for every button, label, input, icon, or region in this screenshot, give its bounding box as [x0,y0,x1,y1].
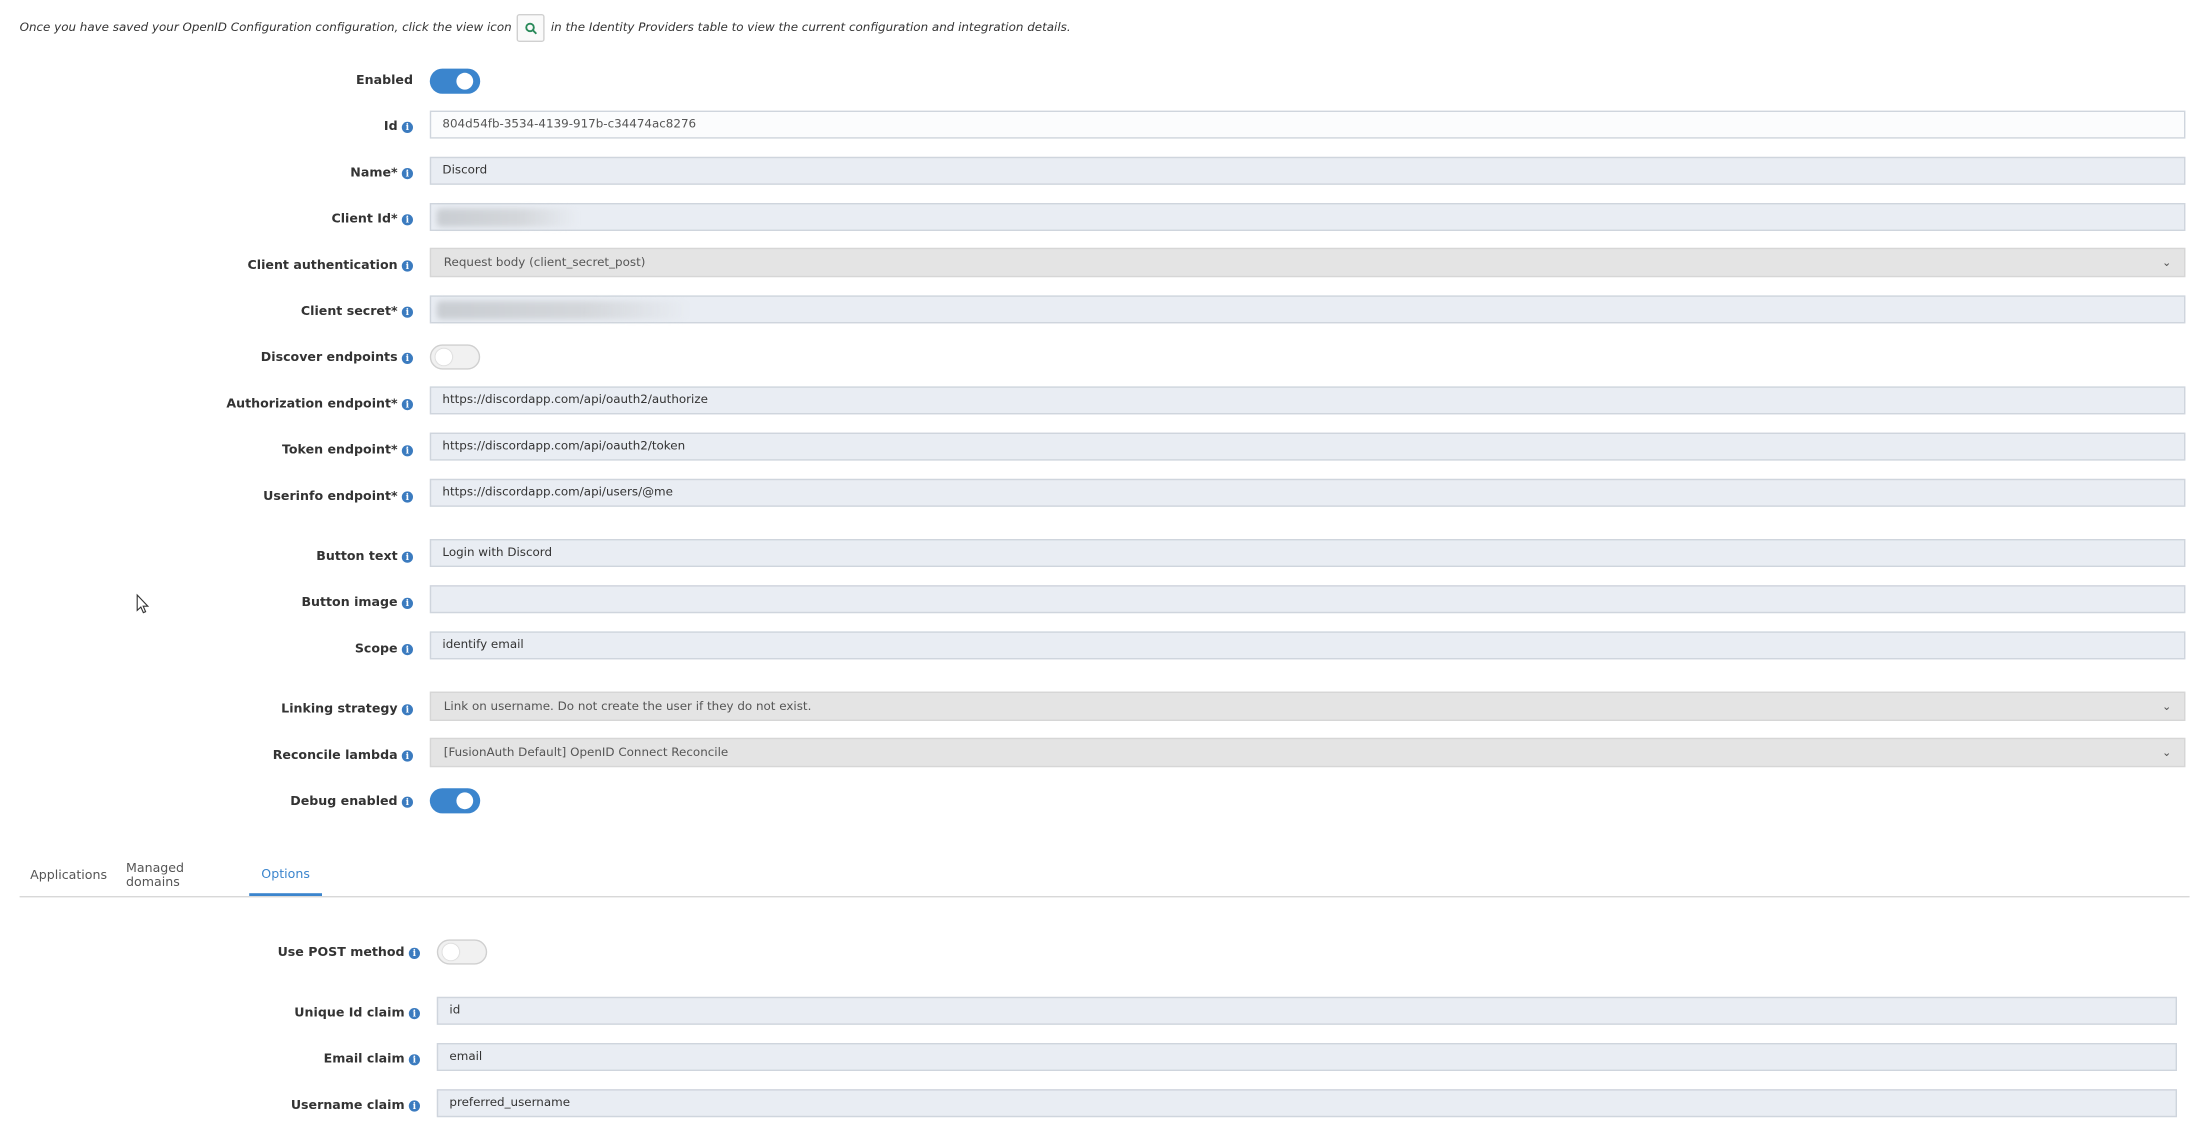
email-claim-field[interactable]: email [436,1043,2177,1071]
info-icon: i [408,947,420,959]
info-icon: i [401,352,413,364]
token-endpoint-field[interactable]: https://discordapp.com/api/oauth2/token [429,432,2186,461]
button-text-field[interactable]: Login with Discord [429,539,2186,567]
client-secret-label: Client secret* i [301,305,413,319]
info-icon: i [401,399,413,411]
intro-text-after: in the Identity Providers table to view … [550,21,1071,35]
token-endpoint-label: Token endpoint* i [282,444,413,458]
info-icon: i [401,597,413,609]
authorization-endpoint-field[interactable]: https://discordapp.com/api/oauth2/author… [429,386,2186,415]
button-text-label: Button text i [316,550,413,564]
info-icon: i [408,1054,420,1066]
client-id-field[interactable] [429,203,2186,231]
tab-managed-domains[interactable]: Managed domains [126,857,241,895]
info-icon: i [401,306,413,318]
info-icon: i [401,214,413,226]
id-label: Id i [384,120,413,134]
info-icon: i [401,644,413,656]
client-secret-field[interactable] [429,295,2186,324]
redacted-value [436,208,577,227]
name-field[interactable]: Discord [429,156,2186,185]
reconcile-lambda-select[interactable]: [FusionAuth Default] OpenID Connect Reco… [429,737,2186,768]
toggle-knob [456,792,474,810]
info-icon: i [401,121,413,133]
info-icon: i [401,260,413,272]
client-id-label: Client Id* i [331,213,413,227]
reconcile-lambda-label: Reconcile lambda i [273,749,413,763]
tab-options[interactable]: Options [249,857,322,896]
email-claim-label: Email claim i [324,1053,420,1067]
info-icon: i [401,704,413,716]
scope-label: Scope i [355,643,413,657]
enabled-label: Enabled [356,74,413,89]
info-icon: i [401,796,413,808]
username-claim-field[interactable]: preferred_username [436,1089,2177,1118]
enabled-toggle[interactable] [429,68,481,94]
userinfo-endpoint-label: Userinfo endpoint* i [263,490,413,504]
info-icon: i [401,750,413,762]
info-icon: i [401,491,413,503]
userinfo-endpoint-field[interactable]: https://discordapp.com/api/users/@me [429,478,2186,507]
unique-id-claim-field[interactable]: id [436,996,2177,1025]
scope-field[interactable]: identify email [429,631,2186,660]
client-authentication-label: Client authentication i [248,259,413,273]
linking-strategy-label: Linking strategy i [281,703,413,717]
toggle-knob [435,348,453,366]
debug-enabled-toggle[interactable] [429,788,481,814]
intro-text: Once you have saved your OpenID Configur… [20,14,1071,42]
debug-enabled-label: Debug enabled i [290,795,413,809]
chevron-down-icon: ⌄ [2162,256,2172,269]
chevron-down-icon: ⌄ [2162,746,2172,759]
discover-endpoints-toggle[interactable] [429,344,481,370]
info-icon: i [401,168,413,180]
linking-strategy-select[interactable]: Link on username. Do not create the user… [429,691,2186,721]
mouse-cursor-icon [136,593,150,614]
username-claim-label: Username claim i [291,1099,420,1113]
intro-text-before: Once you have saved your OpenID Configur… [19,21,512,35]
use-post-method-label: Use POST method i [278,946,420,960]
toggle-knob [456,72,474,90]
settings-tabs: Applications Managed domains Options [19,857,2190,898]
toggle-knob [442,943,460,961]
use-post-method-toggle[interactable] [436,939,488,965]
button-image-field[interactable] [429,585,2186,614]
name-label: Name* i [350,167,413,181]
discover-endpoints-label: Discover endpoints i [261,351,413,365]
redacted-value [436,301,689,320]
info-icon: i [401,445,413,457]
identity-provider-form: Once you have saved your OpenID Configur… [0,0,2192,1147]
info-icon: i [408,1100,420,1112]
id-field[interactable]: 804d54fb-3534-4139-917b-c34474ac8276 [429,110,2186,139]
search-icon [517,14,546,42]
chevron-down-icon: ⌄ [2162,700,2172,713]
client-authentication-select[interactable]: Request body (client_secret_post) ⌄ [429,247,2186,278]
button-image-label: Button image i [301,596,413,610]
unique-id-claim-label: Unique Id claim i [294,1007,420,1021]
info-icon: i [408,1008,420,1020]
tab-applications[interactable]: Applications [20,857,118,895]
info-icon: i [401,551,413,563]
authorization-endpoint-label: Authorization endpoint* i [226,398,413,412]
